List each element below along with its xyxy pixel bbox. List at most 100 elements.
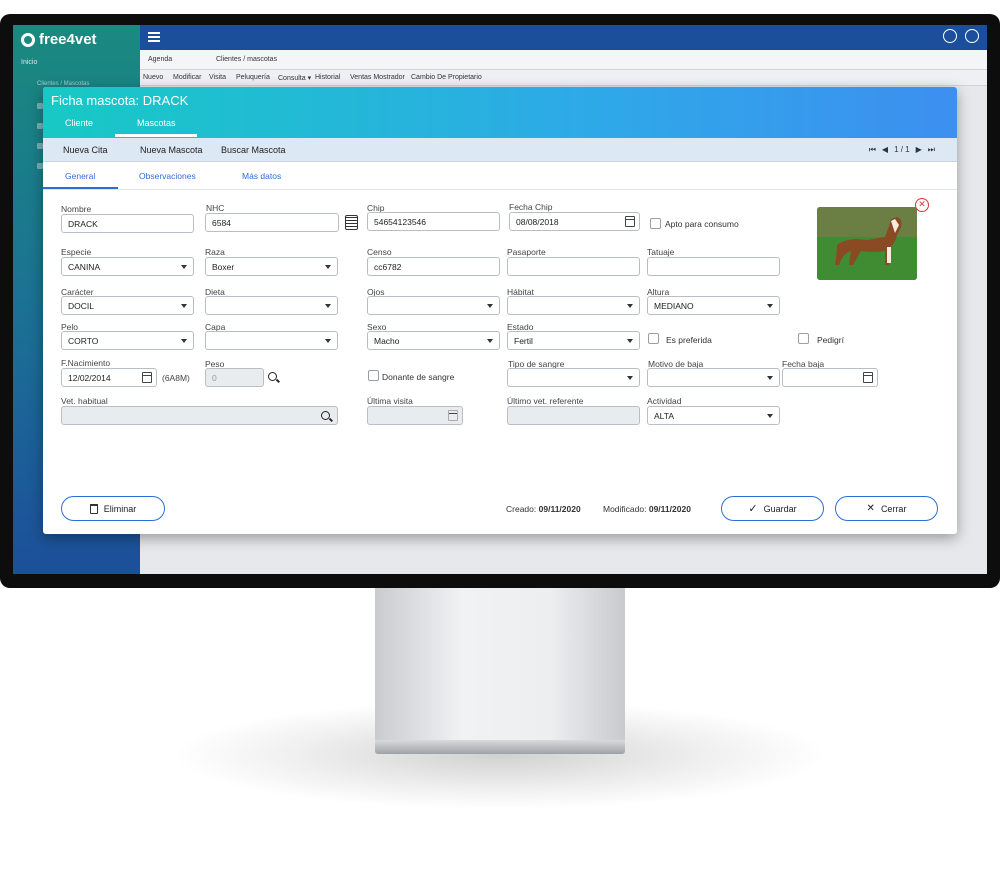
ultimo-vet-field[interactable] [507,406,640,425]
buscar-mascota-button[interactable]: Buscar Mascota [221,145,286,155]
nhc-field[interactable]: 6584 [205,213,339,232]
altura-select[interactable]: MEDIANO [647,296,780,315]
actividad-select[interactable]: ALTA [647,406,780,425]
f-nacimiento-value: 12/02/2014 [68,373,111,383]
calendar-icon[interactable] [863,372,873,383]
next-page-icon[interactable]: ▶ [916,145,922,155]
pasaporte-field[interactable] [507,257,640,276]
pelo-select[interactable]: CORTO [61,331,194,350]
menu-visita[interactable]: Visita [209,74,226,81]
calculator-icon[interactable] [345,215,358,230]
active-tab-indicator [115,134,197,137]
cerrar-button[interactable]: ✕ Cerrar [835,496,938,521]
censo-field[interactable]: cc6782 [367,257,500,276]
search-icon[interactable] [321,411,330,420]
menu-peluqueria[interactable]: Peluquería [236,74,270,81]
motivo-baja-select[interactable] [647,368,780,387]
account-icon[interactable] [965,29,979,43]
ultima-visita-field[interactable] [367,406,463,425]
apto-consumo-checkbox[interactable] [650,218,661,229]
menu-ventas[interactable]: Ventas Mostrador [350,74,405,81]
es-preferida-checkbox[interactable] [648,333,659,344]
app-tabs: Agenda Clientes / mascotas [140,50,987,70]
tipo-sangre-select[interactable] [507,368,640,387]
nombre-field[interactable]: DRACK [61,214,194,233]
chip-field[interactable]: 54654123546 [367,212,500,231]
fecha-baja-field[interactable] [782,368,878,387]
menu-modificar[interactable]: Modificar [173,74,201,81]
estado-select[interactable]: Fertil [507,331,640,350]
prev-page-icon[interactable]: ◀ [882,145,888,155]
active-subtab-indicator [43,187,118,189]
fecha-chip-field[interactable]: 08/08/2018 [509,212,640,231]
modal-header: Ficha mascota: DRACK Cliente Mascotas [43,87,957,138]
calendar-icon[interactable] [142,372,152,383]
topbar-icons [943,29,979,43]
pager: ⏮ ◀ 1 / 1 ▶ ⏭ [869,145,935,155]
especie-label: Especie [61,247,92,257]
peso-field[interactable]: 0 [205,368,264,387]
capa-select[interactable] [205,331,338,350]
guardar-button[interactable]: ✓ Guardar [721,496,824,521]
caracter-select[interactable]: DOCIL [61,296,194,315]
first-page-icon[interactable]: ⏮ [869,145,876,155]
fecha-chip-value: 08/08/2018 [516,217,559,227]
tab-clientes-mascotas[interactable]: Clientes / mascotas [216,56,277,63]
sexo-select[interactable]: Macho [367,331,500,350]
ojos-select[interactable] [367,296,500,315]
modal-title: Ficha mascota: DRACK [51,93,189,108]
menu-cambio-propietario[interactable]: Cambio De Propietario [411,74,482,81]
pet-photo[interactable] [817,207,917,280]
app-topbar [140,25,987,50]
calendar-icon[interactable] [448,410,458,421]
nhc-label: NHC [206,203,225,213]
modificado-text: Modificado: 09/11/2020 [603,504,691,514]
censo-label: Censo [367,247,392,257]
donante-label: Donante de sangre [382,372,455,382]
app-logo: free4vet [21,31,97,48]
monitor-stand [375,588,625,740]
age-text: (6A8M) [162,373,190,383]
creado-text: Creado: 09/11/2020 [506,504,581,514]
tab-mascotas[interactable]: Mascotas [137,118,176,128]
vet-habitual-field[interactable] [61,406,338,425]
pedigri-checkbox[interactable] [798,333,809,344]
raza-label: Raza [205,247,225,257]
tab-cliente[interactable]: Cliente [65,118,93,128]
subtab-general[interactable]: General [65,171,95,181]
tatuaje-field[interactable] [647,257,780,276]
logo-icon [21,32,35,47]
especie-select[interactable]: CANINA [61,257,194,276]
remove-photo-icon[interactable]: ✕ [915,198,929,212]
monitor-mockup: free4vet Inicio Clientes / Mascotas Agen… [0,0,1000,878]
menu-historial[interactable]: Historial [315,74,340,81]
raza-select[interactable]: Boxer [205,257,338,276]
app-logo-text: free4vet [39,31,97,48]
donante-checkbox[interactable] [368,370,379,381]
guardar-label: Guardar [763,503,797,514]
dieta-select[interactable] [205,296,338,315]
tab-agenda[interactable]: Agenda [148,56,172,63]
nueva-cita-button[interactable]: Nueva Cita [63,145,108,155]
habitat-select[interactable] [507,296,640,315]
f-nacimiento-field[interactable]: 12/02/2014 [61,368,157,387]
subtab-observaciones[interactable]: Observaciones [139,171,196,181]
subtabs: General Observaciones Más datos [43,162,957,190]
calendar-icon[interactable] [625,216,635,227]
sidebar-item-inicio[interactable]: Inicio [21,59,37,66]
ultimo-vet-label: Último vet. referente [507,396,584,406]
modificado-value: 09/11/2020 [648,504,691,514]
nueva-mascota-button[interactable]: Nueva Mascota [140,145,203,155]
app-menu: Nuevo Modificar Visita Peluquería Consul… [140,70,987,86]
eliminar-button[interactable]: Eliminar [61,496,165,521]
last-page-icon[interactable]: ⏭ [928,145,935,155]
menu-consulta[interactable]: Consulta ▾ [278,74,311,82]
menu-nuevo[interactable]: Nuevo [143,74,163,81]
subtab-mas-datos[interactable]: Más datos [242,171,281,181]
user-icon[interactable] [943,29,957,43]
menu-icon[interactable] [148,32,160,42]
ultima-visita-label: Última visita [367,396,413,406]
dog-image [817,207,917,280]
modificado-label: Modificado: [603,504,647,514]
search-icon[interactable] [268,372,277,381]
